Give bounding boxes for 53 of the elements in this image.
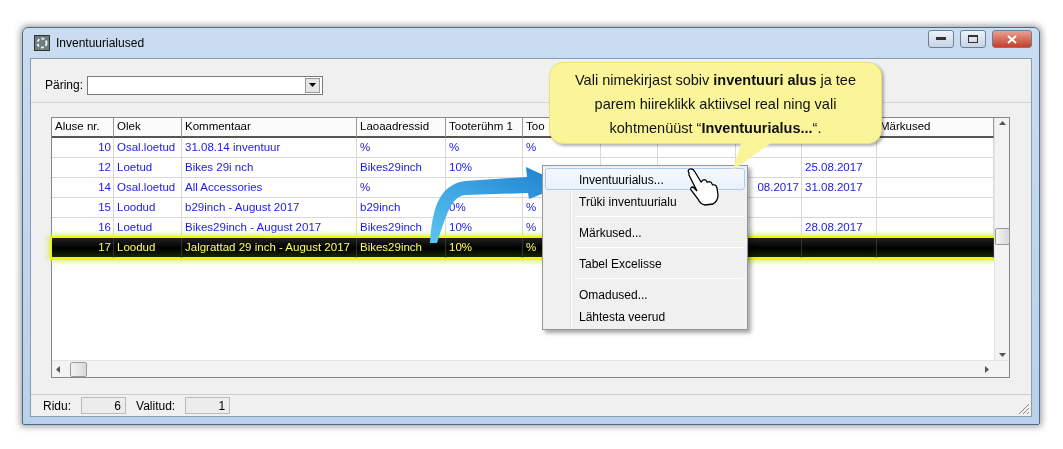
table-cell: 31.08.14 inventuur (182, 138, 357, 158)
status-label: Ridu: (43, 398, 71, 413)
query-label: Päring: (45, 78, 84, 92)
caret-icon (309, 83, 317, 87)
table-cell: % (446, 138, 523, 158)
table-cell: 12 (52, 158, 114, 178)
query-dropdown[interactable] (87, 75, 324, 95)
table-cell: 14 (52, 178, 114, 198)
maximize-icon (968, 35, 978, 43)
table-cell: Jalgrattad 29 inch - August 2017 (182, 238, 357, 258)
table-cell: Osal.loetud (114, 138, 182, 158)
table-cell: All Accessories (182, 178, 357, 198)
maximize-button[interactable] (960, 30, 986, 48)
table-cell: Bikes29inch (357, 158, 446, 178)
table-cell: 10% (446, 238, 523, 258)
table-cell: Loetud (114, 158, 182, 178)
scroll-down-icon[interactable] (998, 353, 1006, 357)
scroll-up-icon[interactable] (998, 121, 1006, 125)
menu-item[interactable]: Omadused... (545, 283, 745, 305)
close-button[interactable] (992, 30, 1032, 48)
minimize-button[interactable] (928, 30, 954, 48)
window-title: Inventuurialused (56, 36, 146, 50)
table-cell: 15 (52, 198, 114, 218)
status-label: Valitud: (136, 398, 176, 413)
table-cell: b29inch - August 2017 (182, 198, 357, 218)
app-icon (34, 35, 50, 51)
scroll-right-icon[interactable] (985, 365, 989, 373)
minimize-icon (936, 37, 946, 41)
column-header[interactable]: Aluse nr. (52, 118, 114, 138)
column-header[interactable]: Tooterühm 1 (446, 118, 523, 138)
close-icon (1007, 34, 1017, 44)
menu-item[interactable]: Inventuurialus... (545, 168, 745, 190)
hand-cursor-icon (686, 167, 720, 207)
table-cell: Loodud (114, 238, 182, 258)
table-cell: Loodud (114, 198, 182, 218)
table-cell: 10 (52, 138, 114, 158)
resize-grip-icon[interactable] (1018, 403, 1030, 415)
menu-item[interactable]: Lähtesta veerud (545, 305, 745, 327)
table-cell: 31.08.2017 (802, 178, 877, 198)
table-cell: Osal.loetud (114, 178, 182, 198)
column-header[interactable]: Olek (114, 118, 182, 138)
column-header[interactable]: Laoaadressid (357, 118, 446, 138)
table-cell: Bikes 29i nch (182, 158, 357, 178)
table-cell: 25.08.2017 (802, 158, 877, 178)
table-cell: % (357, 138, 446, 158)
column-header[interactable]: Kommentaar (182, 118, 357, 138)
scroll-thumb[interactable] (994, 228, 1010, 245)
callout-text: Vali nimekirjast sobiv inventuuri alus ja tee parem hiireklikk aktiivsel real ning vali kohtmenüüst “Inventuurialus...“. (574, 71, 857, 138)
scroll-left-icon[interactable] (56, 365, 60, 373)
scroll-thumb[interactable] (70, 361, 87, 377)
status-value: 1 (185, 397, 231, 414)
table-cell: 17 (52, 238, 114, 258)
status-value: 6 (81, 397, 126, 414)
